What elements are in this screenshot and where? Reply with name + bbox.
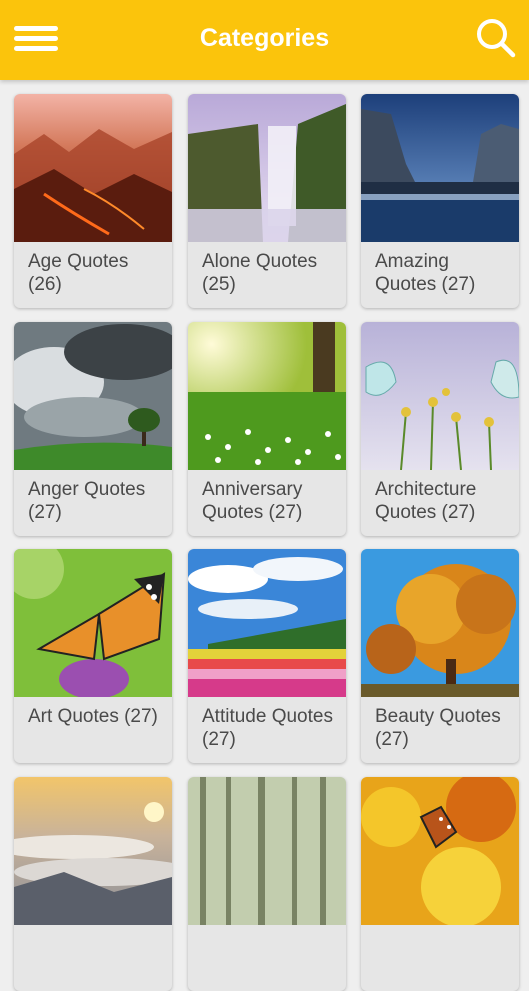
category-label: Anniversary Quotes (27) [202, 479, 303, 523]
category-card-anniversary[interactable]: Anniversary Quotes (27) [188, 322, 346, 536]
category-image [188, 777, 346, 925]
category-image [188, 322, 346, 470]
category-label: Alone Quotes (25) [202, 251, 318, 295]
category-card[interactable] [14, 777, 172, 991]
category-image [361, 94, 519, 242]
category-image [14, 549, 172, 697]
category-card-architecture[interactable]: Architecture Quotes (27) [361, 322, 519, 536]
category-label: Amazing Quotes (27) [375, 251, 476, 295]
category-image [14, 777, 172, 925]
category-card-alone[interactable]: Alone Quotes (25) [188, 94, 346, 308]
category-image [361, 549, 519, 697]
category-card-beauty[interactable]: Beauty Quotes (27) [361, 549, 519, 763]
category-label: Anger Quotes (27) [28, 479, 146, 523]
category-card[interactable] [188, 777, 346, 991]
category-label: Art Quotes (27) [28, 706, 158, 727]
page-title: Categories [199, 24, 330, 52]
category-card-art[interactable]: Art Quotes (27) [14, 549, 172, 763]
category-card-amazing[interactable]: Amazing Quotes (27) [361, 94, 519, 308]
category-label: Age Quotes (26) [28, 251, 129, 295]
category-label: Architecture Quotes (27) [375, 479, 477, 523]
category-card[interactable] [361, 777, 519, 991]
category-label: Attitude Quotes (27) [202, 706, 333, 750]
category-image [14, 322, 172, 470]
category-image [361, 322, 519, 470]
category-image [14, 94, 172, 242]
search-icon[interactable] [475, 17, 517, 59]
category-image [188, 549, 346, 697]
category-card-age[interactable]: Age Quotes (26) [14, 94, 172, 308]
category-image [188, 94, 346, 242]
category-image [361, 777, 519, 925]
category-label: Beauty Quotes (27) [375, 706, 501, 750]
category-card-anger[interactable]: Anger Quotes (27) [14, 322, 172, 536]
category-card-attitude[interactable]: Attitude Quotes (27) [188, 549, 346, 763]
app-bar: Categories [0, 0, 529, 80]
